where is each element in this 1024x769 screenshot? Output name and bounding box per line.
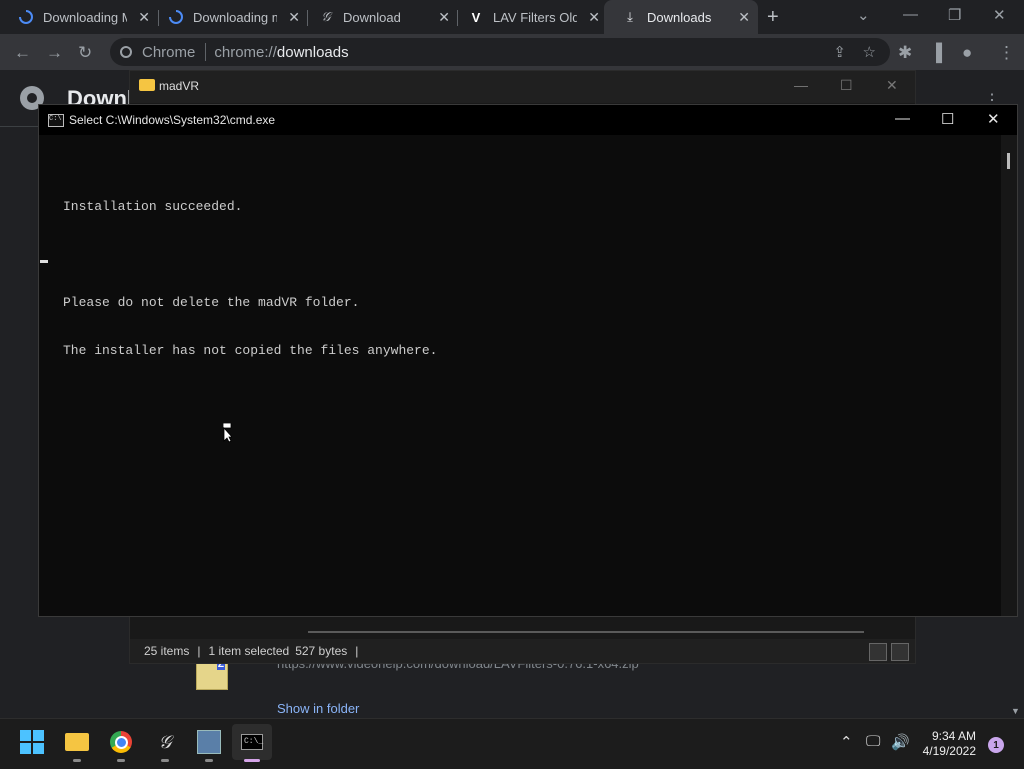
tab-search-icon[interactable]: ⌄ (857, 6, 870, 24)
tab-downloading-2[interactable]: Downloading m ✕ (150, 0, 308, 34)
minimize-icon[interactable]: — (903, 6, 918, 23)
tab-download[interactable]: 𝒢 Download ✕ (300, 0, 458, 34)
tab-label: Download (343, 9, 401, 25)
console-output[interactable]: Installation succeeded. Please do not de… (63, 167, 437, 391)
url-scheme: chrome:// (214, 43, 277, 61)
scroll-down-icon[interactable]: ▼ (1011, 706, 1020, 716)
taskbar-command-prompt[interactable]: C:\_ (232, 724, 272, 762)
cmd-scrollbar[interactable] (1001, 135, 1017, 616)
tab-downloads[interactable]: ⤓ Downloads ✕ (604, 0, 758, 34)
notification-badge[interactable]: 1 (988, 737, 1004, 753)
taskbar-file-explorer[interactable] (63, 728, 91, 762)
tab-strip: Downloading M ✕ Downloading m ✕ 𝒢 Downlo… (0, 0, 1024, 34)
address-bar[interactable]: Chrome chrome:// downloads ⇪ ☆ (110, 38, 890, 66)
close-window-icon[interactable]: ✕ (993, 6, 1006, 24)
profile-avatar-icon[interactable]: ● (962, 43, 972, 63)
large-icons-view-icon[interactable] (891, 643, 909, 661)
tab-label: Downloads (647, 9, 712, 25)
bookmark-star-icon[interactable]: ☆ (863, 43, 876, 61)
cmd-icon: C:\ (48, 114, 64, 127)
loading-spinner-icon (18, 9, 34, 25)
back-arrow-icon[interactable]: ← (14, 43, 31, 63)
start-button[interactable] (18, 728, 46, 756)
console-line: Please do not delete the madVR folder. (63, 295, 360, 310)
cmd-title: Select C:\Windows\System32\cmd.exe (69, 113, 276, 127)
minimize-icon[interactable]: — (895, 110, 910, 127)
console-line: Installation succeeded. (63, 199, 243, 214)
folder-icon (139, 79, 155, 91)
status-divider: | (355, 644, 359, 658)
maximize-icon[interactable]: ☐ (840, 77, 853, 94)
chrome-icon (110, 731, 132, 753)
cmd-titlebar[interactable]: C:\ Select C:\Windows\System32\cmd.exe —… (39, 105, 1017, 135)
tab-label: Downloading M (43, 9, 127, 25)
script-app-icon: 𝒢 (158, 731, 172, 753)
loading-spinner-icon (168, 9, 184, 25)
show-hidden-icons-chevron-icon[interactable]: ⌃ (840, 733, 853, 751)
explorer-title: madVR (159, 79, 200, 93)
chrome-site-icon (120, 46, 132, 58)
tab-downloading-1[interactable]: Downloading M ✕ (0, 0, 158, 34)
command-prompt-icon: C:\_ (241, 734, 263, 750)
restore-icon[interactable]: ❐ (948, 6, 961, 24)
url-host: downloads (276, 43, 349, 61)
close-icon[interactable]: ✕ (987, 110, 1000, 128)
console-line: The installer has not copied the files a… (63, 343, 438, 358)
side-panel-icon[interactable]: ▐ (930, 43, 942, 63)
explorer-titlebar[interactable]: madVR — ☐ ✕ (130, 71, 915, 103)
browser-toolbar: ← → ↻ Chrome chrome:// downloads ⇪ ☆ ✱ ▐… (0, 34, 1024, 70)
taskbar-script-app[interactable]: 𝒢 (151, 728, 179, 762)
installer-icon (197, 730, 221, 754)
scrollbar-thumb[interactable] (1007, 153, 1010, 169)
clock-time: 9:34 AM (931, 729, 976, 743)
taskbar-clock[interactable]: 9:34 AM 4/19/2022 (918, 729, 976, 759)
menu-kebab-icon[interactable]: ⋮ (998, 43, 1015, 63)
close-icon[interactable]: ✕ (588, 9, 600, 26)
selection-size: 527 bytes (295, 644, 348, 658)
item-count: 25 items (144, 644, 190, 658)
taskbar: 𝒢 C:\_ ⌃ 🖵 🔊 9:34 AM 4/19/2022 1 (0, 718, 1024, 769)
taskbar-chrome[interactable] (107, 728, 135, 762)
volume-icon[interactable]: 🔊 (891, 733, 910, 751)
v-logo-icon: V (471, 9, 481, 25)
minimize-icon[interactable]: — (794, 77, 808, 93)
close-icon[interactable]: ✕ (738, 9, 750, 26)
details-view-icon[interactable] (869, 643, 887, 661)
zip-file-icon: Z (196, 659, 228, 690)
show-in-folder-link[interactable]: Show in folder (277, 701, 359, 716)
windows-logo-icon (20, 730, 44, 754)
file-explorer-icon (65, 733, 89, 751)
tab-lav-filters[interactable]: V LAV Filters Old ✕ (450, 0, 608, 34)
network-icon[interactable]: 🖵 (866, 733, 880, 750)
selection-count: 1 item selected (208, 644, 290, 658)
new-tab-button[interactable]: + (767, 6, 779, 29)
tab-label: LAV Filters Old (493, 9, 577, 25)
mouse-pointer-icon (223, 423, 232, 443)
close-icon[interactable]: ✕ (886, 77, 898, 94)
forward-arrow-icon[interactable]: → (46, 43, 63, 63)
maximize-icon[interactable]: ☐ (941, 110, 954, 128)
close-icon[interactable]: ✕ (288, 9, 300, 26)
script-logo-icon: 𝒢 (321, 9, 331, 25)
download-icon: ⤓ (627, 9, 633, 24)
clock-date: 4/19/2022 (922, 744, 976, 758)
text-cursor (40, 260, 48, 263)
cmd-window: C:\ Select C:\Windows\System32\cmd.exe —… (38, 104, 1018, 617)
horizontal-scrollbar[interactable] (308, 631, 864, 633)
status-divider: | (197, 644, 201, 658)
explorer-status-bar: 25 items | 1 item selected 527 bytes | (130, 639, 915, 663)
site-label: Chrome (142, 43, 196, 61)
close-icon[interactable]: ✕ (138, 9, 150, 26)
taskbar-installer-app[interactable] (195, 728, 223, 762)
close-icon[interactable]: ✕ (438, 9, 450, 26)
tab-label: Downloading m (193, 9, 277, 25)
omnibox-divider (205, 43, 207, 61)
reload-icon[interactable]: ↻ (78, 43, 92, 63)
extensions-puzzle-icon[interactable]: ✱ (898, 43, 912, 63)
share-icon[interactable]: ⇪ (833, 43, 846, 61)
